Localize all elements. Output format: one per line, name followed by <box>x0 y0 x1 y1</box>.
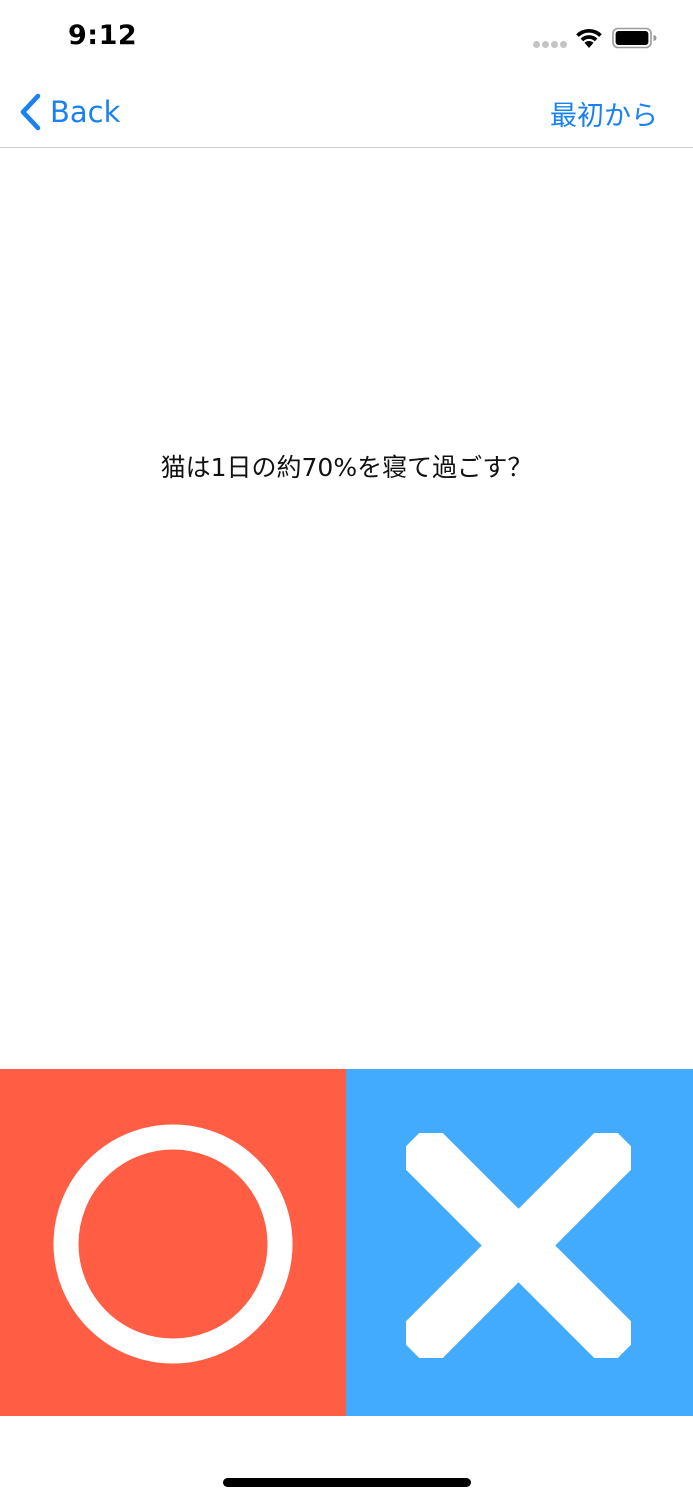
battery-icon <box>612 27 657 49</box>
true-answer-button[interactable] <box>0 1069 346 1416</box>
cross-icon <box>406 1133 631 1358</box>
wifi-icon <box>576 28 602 48</box>
back-label: Back <box>50 95 121 129</box>
restart-button[interactable]: 最初から <box>550 94 658 133</box>
question-area: 猫は1日の約70%を寝て過ごす？ <box>0 148 693 1069</box>
answer-buttons <box>0 1069 693 1416</box>
back-button[interactable]: Back <box>18 92 120 132</box>
home-indicator[interactable] <box>223 1478 471 1487</box>
navigation-bar: Back 最初から <box>0 76 693 148</box>
circle-icon <box>53 1124 293 1364</box>
signal-dots-icon <box>533 41 567 49</box>
status-bar: 9:12 <box>0 0 693 76</box>
question-text: 猫は1日の約70%を寝て過ごす？ <box>160 453 533 482</box>
status-time: 9:12 <box>68 20 138 51</box>
chevron-left-icon <box>20 93 41 131</box>
false-answer-button[interactable] <box>346 1069 693 1416</box>
quiz-screen: 9:12 Back 最初から 猫は1日の約70%を寝て過ごす？ <box>0 0 693 1500</box>
